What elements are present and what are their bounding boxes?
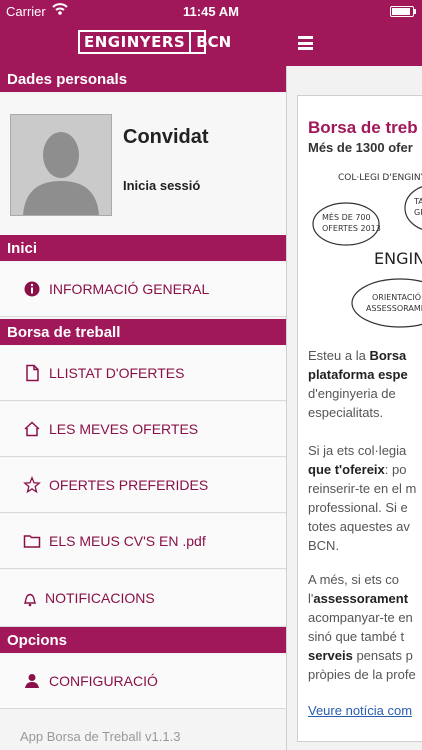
read-full-news-link[interactable]: Veure notícia com [308, 703, 412, 718]
user-icon [25, 674, 39, 688]
profile-panel[interactable]: Convidat Inicia sessió [0, 94, 286, 235]
section-home: Inici [0, 235, 286, 261]
p2-line4: professional. Si e [308, 500, 408, 515]
bell-icon [23, 593, 37, 607]
menu-item-favorite-offers[interactable]: OFERTES PREFERIDES [0, 458, 286, 513]
content-card: Borsa de treb Més de 1300 ofer COL·LEGI … [297, 95, 422, 742]
user-silhouette-icon [11, 115, 111, 215]
illus-right-1: TALLERS [413, 197, 422, 206]
document-icon [26, 364, 39, 382]
section-personal-data: Dades personals [0, 66, 286, 92]
section-job-board: Borsa de treball [0, 319, 286, 345]
menu-item-label: NOTIFICACIONS [45, 590, 155, 606]
p2-line2a: que t'ofereix [308, 462, 385, 477]
paragraph-1: Esteu a la Borsa plataforma espe d'engin… [308, 346, 408, 422]
p2-line2b: : po [384, 462, 407, 477]
home-icon [24, 421, 40, 437]
p1-line1b: Borsa [369, 348, 407, 363]
p2-line1: Si ja ets col·legia [308, 443, 407, 458]
section-options: Opcions [0, 627, 286, 653]
menu-item-my-cvs[interactable]: ELS MEUS CV'S EN .pdf [0, 514, 286, 569]
illus-bottom-2: ASSESSORAMENT [366, 304, 422, 313]
p3-line4: sinó que també t [308, 629, 405, 644]
p3-line2b: assessorament [313, 591, 409, 606]
menu-item-label: OFERTES PREFERIDES [49, 477, 209, 493]
p1-line4: especialitats. [308, 405, 384, 420]
menu-item-settings[interactable]: CONFIGURACIÓ [0, 654, 286, 709]
star-icon [23, 476, 41, 494]
paragraph-3: A més, si ets co l'assessorament acompan… [308, 570, 416, 684]
menu-item-my-offers[interactable]: LES MEVES OFERTES [0, 402, 286, 457]
illus-left-2: OFERTES 2013 [322, 224, 381, 233]
info-circle-icon [24, 281, 40, 297]
logo-text-right: BCN [189, 32, 236, 52]
menu-item-general-info[interactable]: INFORMACIÓ GENERAL [0, 262, 286, 317]
illus-right-2: GRUPALS [414, 208, 422, 217]
p3-line1: A més, si ets co [308, 572, 400, 587]
illus-center: ENGINYE [374, 249, 422, 268]
p2-line3: reinserir-te en el m [308, 481, 417, 496]
p3-line5a: serveis [308, 648, 353, 663]
menu-item-label: LLISTAT D'OFERTES [49, 365, 185, 381]
job-board-illustration: COL·LEGI D'ENGINYERS G MÉS DE 700 OFERTE… [312, 173, 422, 328]
content-subtitle: Més de 1300 ofer [308, 140, 413, 155]
login-link[interactable]: Inicia sessió [123, 178, 200, 193]
battery-icon [390, 6, 416, 17]
menu-item-label: CONFIGURACIÓ [49, 673, 158, 689]
p3-line6: pròpies de la profe [308, 667, 416, 682]
folder-icon [23, 535, 41, 548]
menu-item-notifications[interactable]: NOTIFICACIONS [0, 570, 286, 627]
menu-item-label: ELS MEUS CV'S EN .pdf [49, 533, 206, 549]
paragraph-2: Si ja ets col·legia que t'ofereix: po re… [308, 441, 416, 555]
p3-line3: acompanyar-te en [308, 610, 413, 625]
menu-item-label: INFORMACIÓ GENERAL [49, 281, 210, 297]
status-bar: Carrier 11:45 AM [0, 0, 422, 22]
content-title: Borsa de treb [308, 118, 418, 137]
app-version: App Borsa de Treball v1.1.3 [20, 729, 181, 744]
avatar [10, 114, 112, 216]
profile-name: Convidat [123, 126, 209, 148]
p1-line3: d'enginyeria de [308, 386, 396, 401]
illus-top-text: COL·LEGI D'ENGINYERS G [338, 173, 422, 183]
p1-line1a: Esteu a la [308, 348, 370, 363]
menu-item-label: LES MEVES OFERTES [49, 421, 199, 437]
enginyers-bcn-logo: ENGINYERS BCN [78, 30, 231, 54]
hamburger-icon[interactable] [298, 36, 313, 50]
illus-bottom-1: ORIENTACIÓ I [372, 291, 422, 302]
p3-line5b: pensats p [352, 648, 413, 663]
illus-left-1: MÉS DE 700 [322, 211, 371, 222]
logo-text-left: ENGINYERS [84, 33, 186, 51]
p2-line6: BCN. [308, 538, 340, 553]
side-menu: ENGINYERS BCN Dades personals Convidat I… [0, 0, 287, 750]
battery-fill [392, 8, 410, 15]
p2-line5: totes aquestes av [308, 519, 410, 534]
menu-item-offer-list[interactable]: LLISTAT D'OFERTES [0, 346, 286, 401]
status-time: 11:45 AM [183, 4, 239, 19]
p1-line2: plataforma espe [308, 367, 408, 382]
